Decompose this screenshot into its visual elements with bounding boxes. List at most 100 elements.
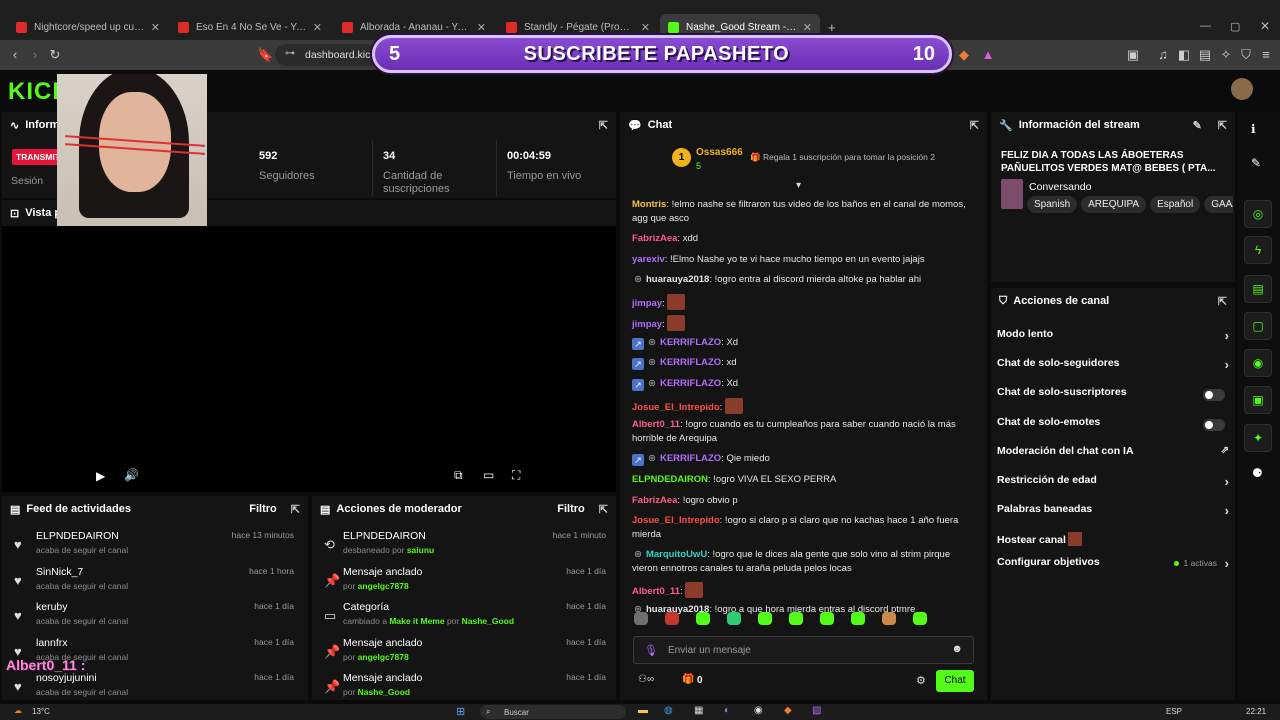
chat-message[interactable]: ↗ ⊛ KERRIFLAZO: Xd bbox=[632, 377, 972, 391]
popout-icon[interactable]: ⇱ bbox=[1218, 295, 1227, 308]
chat-username[interactable]: ELPNDEDAIRON bbox=[632, 474, 708, 485]
chat-message[interactable]: ↗ ⊛ KERRIFLAZO: Xd bbox=[632, 336, 972, 350]
screen-icon[interactable]: ▣ bbox=[1244, 386, 1272, 414]
tag-pill[interactable]: GAAA bbox=[1204, 196, 1233, 213]
detail-actor[interactable]: saiunu bbox=[407, 545, 434, 555]
chat-username[interactable]: huarauya2018 bbox=[646, 274, 709, 285]
chat-message[interactable]: jimpay: bbox=[632, 294, 972, 311]
chat-message[interactable]: ⊛ MarquitoUwU: !ogro que le dices ala gen… bbox=[632, 548, 972, 576]
chat-username[interactable]: Albert0_11 bbox=[632, 419, 680, 430]
tag-pill[interactable]: Español bbox=[1150, 196, 1201, 213]
document-icon[interactable]: ▤ bbox=[1244, 275, 1272, 303]
bookmark-icon[interactable]: 🔖 bbox=[257, 47, 273, 63]
chat-username[interactable]: MarquitoUwU bbox=[646, 549, 707, 560]
detail-actor[interactable]: Make it Meme bbox=[389, 616, 444, 626]
chat-username[interactable]: Albert0_11 bbox=[632, 586, 680, 597]
menu-icon[interactable]: ≡ bbox=[1258, 47, 1274, 63]
chat-username[interactable]: jimpay bbox=[632, 298, 662, 309]
tag-pill[interactable]: AREQUIPA bbox=[1081, 196, 1147, 213]
tab-close-icon[interactable]: ✕ bbox=[307, 21, 322, 34]
mod-action-row[interactable]: ▭ Categoría cambiado a Make it Meme por Na… bbox=[312, 599, 616, 635]
tab-close-icon[interactable]: ✕ bbox=[145, 21, 160, 34]
emote-shortcut-icon[interactable] bbox=[634, 612, 648, 625]
emote-shortcut-icon[interactable] bbox=[758, 612, 772, 625]
chat-message[interactable]: FabrizAea: xdd bbox=[632, 232, 972, 246]
chat-message[interactable]: Albert0_11: !ogro cuando es tu cumpleaño… bbox=[632, 418, 972, 446]
chat-username[interactable]: KERRIFLAZO bbox=[660, 337, 721, 348]
chat-username[interactable]: Josue_El_Intrepido bbox=[632, 515, 720, 526]
detail-actor[interactable]: Nashe_Good bbox=[358, 687, 410, 697]
tools-icon[interactable]: ✦ bbox=[1244, 424, 1272, 452]
popout-icon[interactable]: ⇱ bbox=[970, 119, 979, 132]
rewards-icon[interactable]: ▲ bbox=[980, 47, 996, 63]
chat-message[interactable]: Montris: !elmo nashe se filtraron tus vi… bbox=[632, 198, 972, 226]
emote-shortcut-icon[interactable] bbox=[882, 612, 896, 625]
feed-row[interactable]: ♥ SinNick_7 acaba de seguir el canal hace 1… bbox=[2, 564, 308, 600]
feed-filter-button[interactable]: Filtro bbox=[249, 503, 277, 515]
chat-message[interactable]: ↗ ⊛ KERRIFLAZO: xd bbox=[632, 356, 972, 371]
chat-message[interactable]: ⊛ huarauya2018: !ogro entra al discord mi… bbox=[632, 273, 972, 287]
gift-prompt[interactable]: 🎁 Regala 1 suscripción para tomar la pos… bbox=[750, 152, 935, 163]
emote-shortcut-icon[interactable] bbox=[789, 612, 803, 625]
emote-shortcut-icon[interactable] bbox=[913, 612, 927, 625]
fullscreen-button[interactable]: ⛶ bbox=[512, 468, 520, 483]
emote-shortcut-icon[interactable] bbox=[820, 612, 834, 625]
split-view-icon[interactable]: ◧ bbox=[1176, 47, 1192, 63]
discord-icon[interactable]: ◐ bbox=[724, 705, 730, 716]
channel-action-row[interactable]: Moderación del chat con IA ⇗ bbox=[997, 445, 1231, 465]
weather-icon[interactable]: ☁ bbox=[14, 706, 22, 715]
site-info-icon[interactable]: ⊶ bbox=[285, 48, 295, 59]
popout-icon[interactable]: ⇱ bbox=[1218, 119, 1227, 132]
popout-icon[interactable]: ⇱ bbox=[599, 503, 608, 516]
clock[interactable]: 22:21 bbox=[1246, 707, 1266, 716]
emote-shortcut-icon[interactable] bbox=[851, 612, 865, 625]
feed-row[interactable]: ♥ keruby acaba de seguir el canal hace 1 dí… bbox=[2, 599, 308, 635]
category-name[interactable]: Conversando bbox=[1029, 181, 1091, 193]
sidebar-icon[interactable]: ▣ bbox=[1125, 47, 1141, 63]
maximize-button[interactable]: ▢ bbox=[1230, 20, 1240, 33]
volume-button[interactable]: 🔊 bbox=[124, 468, 139, 482]
chat-message[interactable]: Josue_El_Intrepido: !ogro si claro p si … bbox=[632, 514, 972, 542]
tab-close-icon[interactable]: ✕ bbox=[471, 21, 486, 34]
window-close-button[interactable]: ✕ bbox=[1260, 19, 1270, 33]
forward-icon[interactable]: › bbox=[27, 47, 43, 63]
wallet-icon[interactable]: ▤ bbox=[1197, 47, 1213, 63]
emoji-icon[interactable]: ☻ bbox=[951, 643, 963, 655]
store-icon[interactable]: ▦ bbox=[694, 705, 703, 716]
mic-icon[interactable]: 🎙 bbox=[644, 644, 658, 657]
channel-action-row[interactable]: Modo lento › bbox=[997, 328, 1231, 348]
tab-close-icon[interactable]: ✕ bbox=[635, 21, 650, 34]
channel-action-row[interactable]: Chat de solo-emotes bbox=[997, 416, 1231, 436]
chat-username[interactable]: KERRIFLAZO bbox=[660, 357, 721, 368]
broadcast-icon[interactable]: ◉ bbox=[1244, 349, 1272, 377]
popout-icon[interactable]: ⇱ bbox=[291, 503, 300, 516]
mod-action-row[interactable]: 📌 Mensaje anclado por angelgc7878 hace 1 dí… bbox=[312, 564, 616, 600]
detail-actor[interactable]: angelgc7878 bbox=[358, 652, 409, 662]
browser-tab[interactable]: Nightcore/speed up cute core playlis✕ bbox=[8, 14, 168, 40]
chat-message[interactable]: Albert0_11: bbox=[632, 582, 972, 599]
app-icon[interactable]: ▧ bbox=[812, 705, 821, 716]
channel-action-row[interactable]: Hostear canal bbox=[997, 532, 1231, 552]
chat-settings-icon[interactable]: ⚙ bbox=[916, 674, 926, 687]
lightning-icon[interactable]: ϟ bbox=[1244, 236, 1272, 264]
mod-filter-button[interactable]: Filtro bbox=[557, 503, 585, 515]
user-avatar[interactable] bbox=[1231, 78, 1253, 100]
gift-box-icon[interactable]: 🎁 bbox=[682, 674, 694, 685]
brave-icon[interactable]: ◆ bbox=[784, 705, 792, 716]
channel-action-row[interactable]: Palabras baneadas › bbox=[997, 503, 1231, 523]
detail-target[interactable]: Nashe_Good bbox=[462, 616, 514, 626]
mod-action-row[interactable]: 📌 Mensaje anclado por angelgc7878 hace 1 dí… bbox=[312, 635, 616, 671]
play-button[interactable]: ▶ bbox=[96, 469, 105, 483]
chat-username[interactable]: Montris bbox=[632, 199, 666, 210]
pip-button[interactable]: ⧉ bbox=[454, 468, 463, 483]
send-chat-button[interactable]: Chat bbox=[936, 670, 974, 692]
obs-icon[interactable]: ◉ bbox=[754, 705, 763, 716]
chat-message[interactable]: ↗ ⊛ KERRIFLAZO: Qie miedo bbox=[632, 452, 972, 467]
tag-pill[interactable]: Spanish bbox=[1027, 196, 1078, 213]
detail-actor[interactable]: angelgc7878 bbox=[358, 581, 409, 591]
chat-username[interactable]: FabrizAea bbox=[632, 495, 677, 506]
edge-icon[interactable]: ◍ bbox=[664, 705, 673, 716]
music-icon[interactable]: ♫ bbox=[1155, 47, 1171, 63]
language-indicator[interactable]: ESP bbox=[1166, 707, 1182, 716]
collapse-icon[interactable]: ▾ bbox=[796, 180, 801, 191]
